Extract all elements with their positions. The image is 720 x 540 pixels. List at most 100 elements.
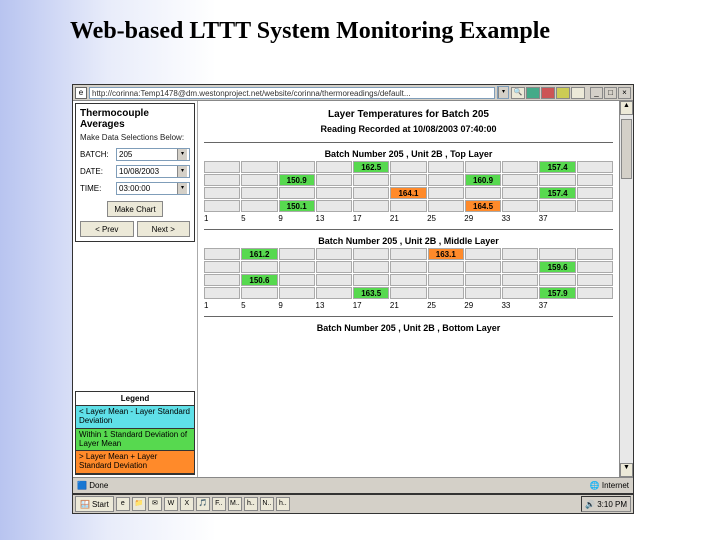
chart-title: Batch Number 205 , Unit 2B , Bottom Laye…: [204, 323, 613, 333]
close-button[interactable]: ×: [618, 87, 631, 99]
taskbar: 🪟 Start e 📁 ✉ W X 🎵 F.. M.. h.. N.. h.. …: [72, 494, 634, 514]
toolbar-button[interactable]: [541, 87, 555, 99]
heatmap-cell: 157.9: [539, 287, 575, 299]
taskbar-item[interactable]: h..: [276, 497, 290, 511]
heatmap-cell: [316, 161, 352, 173]
taskbar-item[interactable]: N..: [260, 497, 274, 511]
quick-launch-item[interactable]: e: [116, 497, 130, 511]
axis-tick: 5: [241, 301, 278, 310]
prev-button[interactable]: < Prev: [80, 221, 134, 237]
heatmap-cell: [577, 261, 613, 273]
chart-title: Batch Number 205 , Unit 2B , Top Layer: [204, 149, 613, 159]
heatmap-cell: [204, 161, 240, 173]
heatmap-cell: [241, 161, 277, 173]
toolbar-button[interactable]: [526, 87, 540, 99]
axis-tick: 17: [353, 301, 390, 310]
toolbar-button[interactable]: [571, 87, 585, 99]
heatmap-cell: [316, 248, 352, 260]
start-button[interactable]: 🪟 Start: [75, 496, 114, 512]
scrollbar[interactable]: ▲ ▼: [619, 101, 633, 477]
heatmap-cell: [465, 187, 501, 199]
heatmap-cell: [204, 261, 240, 273]
heatmap-middle: 161.2163.1159.6150.6163.5157.9: [204, 248, 613, 299]
x-axis: 15913172125293337: [204, 214, 613, 223]
browser-window: e http://corinna:Temp1478@dm.westonproje…: [72, 84, 634, 494]
tray-icon[interactable]: 🔊: [585, 500, 595, 509]
time-select[interactable]: 03:00:00▾: [116, 182, 190, 195]
status-bar: 🟦 Done 🌐 Internet: [73, 477, 633, 493]
heatmap-cell: [204, 174, 240, 186]
heatmap-cell: [316, 261, 352, 273]
axis-tick: 25: [427, 214, 464, 223]
heatmap-cell: 150.6: [241, 274, 277, 286]
chart-title: Batch Number 205 , Unit 2B , Middle Laye…: [204, 236, 613, 246]
heatmap-cell: [577, 287, 613, 299]
heatmap-cell: [390, 200, 426, 212]
status-left: 🟦 Done: [77, 481, 108, 490]
toolbar-button[interactable]: [556, 87, 570, 99]
heatmap-cell: [279, 248, 315, 260]
taskbar-item[interactable]: h..: [244, 497, 258, 511]
taskbar-item[interactable]: M..: [228, 497, 242, 511]
heatmap-cell: [502, 287, 538, 299]
chevron-down-icon: ▾: [177, 183, 187, 194]
heatmap-cell: [241, 174, 277, 186]
heatmap-cell: [204, 248, 240, 260]
date-select[interactable]: 10/08/2003▾: [116, 165, 190, 178]
scroll-down-button[interactable]: ▼: [620, 463, 633, 477]
heatmap-cell: [353, 248, 389, 260]
quick-launch-item[interactable]: 🎵: [196, 497, 210, 511]
heatmap-cell: [204, 287, 240, 299]
main-title: Layer Temperatures for Batch 205: [204, 109, 613, 120]
heatmap-cell: [316, 274, 352, 286]
scroll-up-button[interactable]: ▲: [620, 101, 633, 115]
system-tray[interactable]: 🔊 3:10 PM: [581, 496, 631, 512]
heatmap-cell: [390, 161, 426, 173]
heatmap-cell: [353, 274, 389, 286]
address-input[interactable]: http://corinna:Temp1478@dm.westonproject…: [89, 87, 495, 99]
heatmap-cell: [577, 174, 613, 186]
main-subtitle: Reading Recorded at 10/08/2003 07:40:00: [204, 124, 613, 134]
legend: Legend < Layer Mean - Layer Standard Dev…: [75, 391, 195, 475]
toolbar-button[interactable]: 🔍: [511, 87, 525, 99]
time-label: TIME:: [80, 184, 112, 193]
heatmap-cell: [428, 187, 464, 199]
maximize-button[interactable]: □: [604, 87, 617, 99]
scroll-thumb[interactable]: [621, 119, 632, 179]
next-button[interactable]: Next >: [137, 221, 191, 237]
heatmap-cell: [465, 261, 501, 273]
make-chart-button[interactable]: Make Chart: [107, 201, 162, 217]
heatmap-cell: [390, 287, 426, 299]
quick-launch-item[interactable]: X: [180, 497, 194, 511]
quick-launch-item[interactable]: 📁: [132, 497, 146, 511]
heatmap-cell: [316, 174, 352, 186]
quick-launch-item[interactable]: W: [164, 497, 178, 511]
axis-tick: 37: [539, 301, 576, 310]
heatmap-cell: [539, 174, 575, 186]
taskbar-item[interactable]: F..: [212, 497, 226, 511]
heatmap-cell: [577, 200, 613, 212]
batch-select[interactable]: 205▾: [116, 148, 190, 161]
heatmap-cell: 150.1: [279, 200, 315, 212]
heatmap-cell: [428, 200, 464, 212]
heatmap-cell: [428, 174, 464, 186]
legend-row-high: > Layer Mean + Layer Standard Deviation: [76, 451, 194, 474]
heatmap-cell: [390, 174, 426, 186]
axis-tick: 21: [390, 301, 427, 310]
heatmap-cell: [241, 287, 277, 299]
sidebar-title: Thermocouple Averages: [80, 108, 190, 130]
minimize-button[interactable]: _: [590, 87, 603, 99]
heatmap-cell: [465, 274, 501, 286]
legend-row-mid: Within 1 Standard Deviation of Layer Mea…: [76, 429, 194, 452]
heatmap-cell: 157.4: [539, 161, 575, 173]
address-bar: e http://corinna:Temp1478@dm.westonproje…: [73, 85, 633, 101]
heatmap-cell: 164.1: [390, 187, 426, 199]
heatmap-cell: [465, 161, 501, 173]
heatmap-cell: [428, 274, 464, 286]
heatmap-cell: [539, 274, 575, 286]
chevron-down-icon[interactable]: ▾: [498, 87, 508, 98]
quick-launch-item[interactable]: ✉: [148, 497, 162, 511]
heatmap-cell: [316, 200, 352, 212]
axis-tick: 17: [353, 214, 390, 223]
heatmap-cell: 163.5: [353, 287, 389, 299]
